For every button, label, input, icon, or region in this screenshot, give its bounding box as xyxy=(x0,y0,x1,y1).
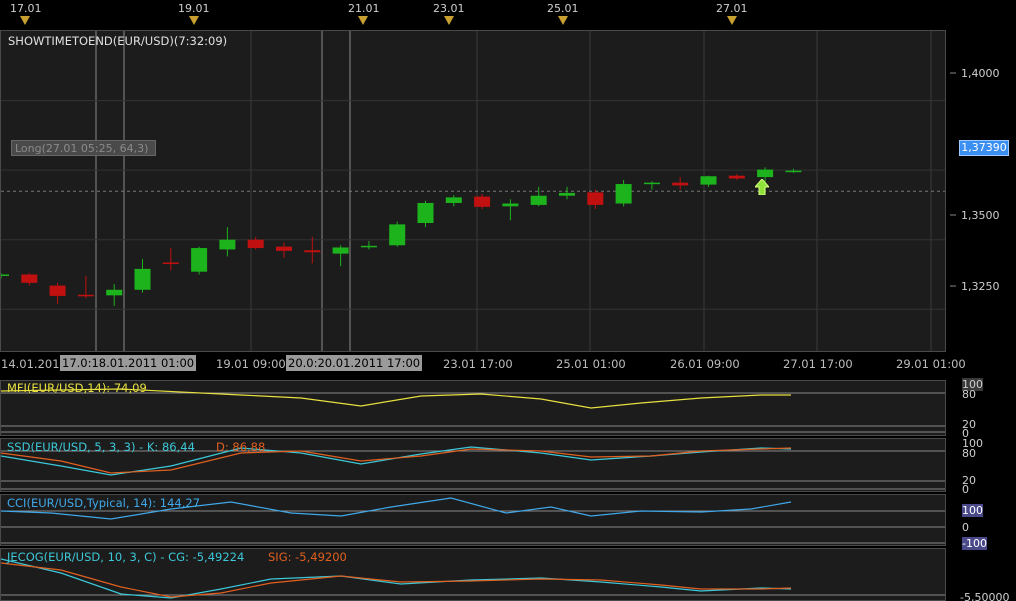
jecog-pane[interactable]: JECOG(EUR/USD, 10, 3, C) - CG: -5,49224 … xyxy=(0,548,946,601)
candle-body xyxy=(219,239,236,250)
candle-body xyxy=(587,192,604,205)
order-label[interactable]: Long(27.01 05:25, 64,3) xyxy=(11,140,156,156)
date-marker-icon[interactable] xyxy=(358,16,368,25)
top-date-label: 25.01 xyxy=(547,2,579,15)
date-marker-icon[interactable] xyxy=(727,16,737,25)
jecog-title: JECOG(EUR/USD, 10, 3, C) - CG: -5,49224 xyxy=(7,550,245,564)
cci-title: CCI(EUR/USD,Typical, 14): 144,27 xyxy=(7,496,201,510)
top-date-label: 27.01 xyxy=(716,2,748,15)
candle-body xyxy=(106,289,123,296)
candle-body xyxy=(445,197,462,203)
candle-body xyxy=(332,247,349,254)
candle-body xyxy=(672,182,689,186)
candle-body xyxy=(785,170,802,173)
candle-body xyxy=(389,224,406,246)
candlestick-chart[interactable] xyxy=(1,31,945,351)
chart-title: SHOWTIMETOEND(EUR/USD)(7:32:09) xyxy=(8,34,228,48)
buy-arrow-icon[interactable] xyxy=(753,178,771,196)
date-marker-icon[interactable] xyxy=(558,16,568,25)
candle-body xyxy=(21,274,38,283)
mfi-title: MFI(EUR/USD,14): 74,09 xyxy=(7,381,147,395)
time-axis-label: 27.01 17:00 xyxy=(783,357,853,371)
candle-body xyxy=(757,169,774,178)
cci-level-label: 0 xyxy=(962,521,969,534)
candle-body xyxy=(559,192,575,196)
time-axis-label: 14.01.2011 xyxy=(1,357,67,371)
price-pane[interactable]: SHOWTIMETOEND(EUR/USD)(7:32:09) Long(27.… xyxy=(0,30,946,352)
price-tick-label: 1,3500 xyxy=(961,209,1000,222)
candle-body xyxy=(191,248,208,272)
candle-body xyxy=(474,196,491,207)
top-date-label: 21.01 xyxy=(348,2,380,15)
ssd-title: SSD(EUR/USD, 5, 3, 3) - K: 86,44 xyxy=(7,440,195,454)
crosshair-time-label: 20.0:20.01.2011 17:00 xyxy=(286,355,423,371)
date-marker-icon[interactable] xyxy=(189,16,199,25)
ssd-d-label: D: 86,88 xyxy=(216,440,266,454)
ssd-pane[interactable]: SSD(EUR/USD, 5, 3, 3) - K: 86,44 D: 86,8… xyxy=(0,438,946,492)
jecog-cg-line xyxy=(1,558,792,599)
top-date-label: 23.01 xyxy=(433,2,465,15)
price-tick-label: 1,3250 xyxy=(961,280,1000,293)
candle-body xyxy=(77,294,94,297)
ssd-level-label: 80 xyxy=(962,447,976,460)
candle-body xyxy=(360,245,377,248)
mfi-level-label: 80 xyxy=(962,388,976,401)
jecog-sig-label: SIG: -5,49200 xyxy=(268,550,347,564)
cci-level-label: -100 xyxy=(962,537,987,550)
trading-chart-window: 17.01 19.01 21.01 23.01 25.01 27.01 SHOW… xyxy=(0,0,1016,601)
mfi-pane[interactable]: MFI(EUR/USD,14): 74,09 xyxy=(0,380,946,436)
candle-body xyxy=(1,274,9,276)
candle-body xyxy=(276,246,292,251)
date-marker-icon[interactable] xyxy=(20,16,30,25)
time-axis-label: 25.01 01:00 xyxy=(556,357,626,371)
date-marker-icon[interactable] xyxy=(444,16,454,25)
time-axis-label: 19.01 09:00 xyxy=(216,357,286,371)
candle-body xyxy=(615,184,632,204)
candle-body xyxy=(247,239,264,249)
candle-body xyxy=(728,175,745,179)
candle-body xyxy=(134,268,151,290)
top-date-label: 19.01 xyxy=(178,2,210,15)
candle-body xyxy=(162,262,179,265)
ssd-level-label: 0 xyxy=(962,483,969,496)
candle-body xyxy=(502,203,519,207)
cci-pane[interactable]: CCI(EUR/USD,Typical, 14): 144,27 xyxy=(0,494,946,546)
time-axis-label: 29.01 01:00 xyxy=(896,357,966,371)
candle-body xyxy=(700,176,717,185)
time-axis-label: 23.01 17:00 xyxy=(443,357,513,371)
jecog-sig-line xyxy=(1,562,792,598)
candle-body xyxy=(417,202,434,223)
time-axis-label: 26.01 09:00 xyxy=(670,357,740,371)
candle-body xyxy=(643,182,660,185)
price-tick-label: 1,4000 xyxy=(961,67,1000,80)
crosshair-time-label: 17.0:18.01.2011 01:00 xyxy=(60,355,197,371)
candle-body xyxy=(49,285,66,296)
jecog-level-label: -5,50000 xyxy=(960,591,1010,601)
top-date-axis: 17.01 19.01 21.01 23.01 25.01 27.01 xyxy=(0,0,946,30)
top-date-label: 17.01 xyxy=(10,2,42,15)
current-price-badge: 1,37390 xyxy=(959,140,1009,156)
candle-body xyxy=(304,250,321,253)
cci-level-label: 100 xyxy=(962,504,983,517)
candle-body xyxy=(530,195,547,205)
